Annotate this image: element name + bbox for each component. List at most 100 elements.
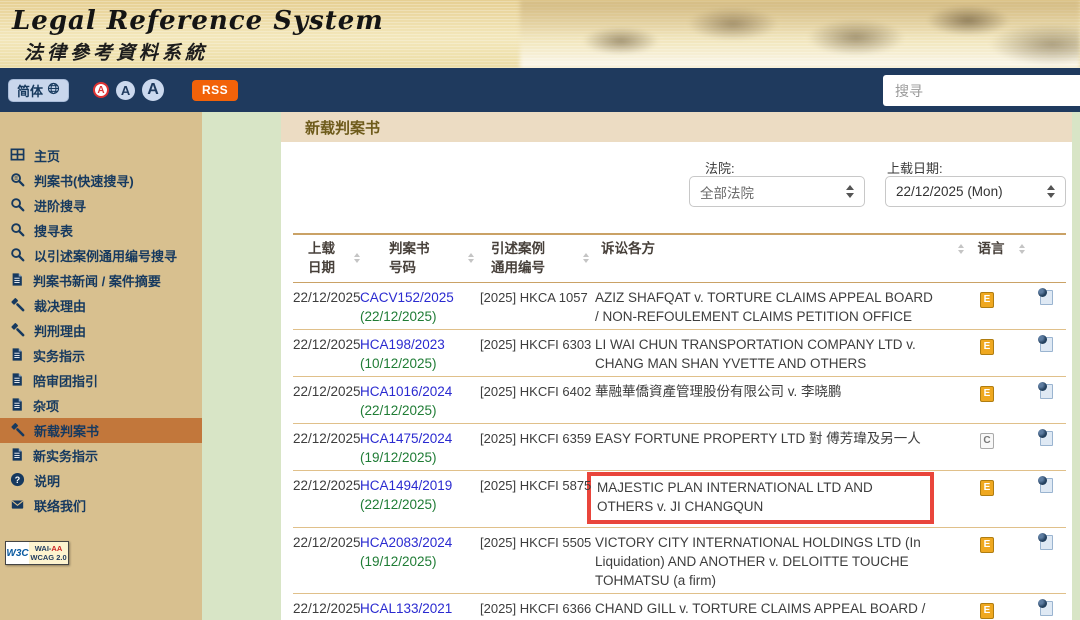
upload-date-filter-select[interactable]: 22/12/2025 (Mon) bbox=[885, 176, 1066, 207]
language-english-icon[interactable]: E bbox=[980, 480, 994, 496]
judgment-date: (19/12/2025) bbox=[360, 448, 472, 467]
judgment-date: (22/12/2025) bbox=[360, 307, 472, 326]
citation-cell: [2025] HKCFI 6402 bbox=[480, 377, 595, 424]
site-title-english: Legal Reference System bbox=[12, 6, 384, 36]
sidebar-item-label: 新实务指示 bbox=[33, 446, 98, 465]
translate-globe-icon[interactable] bbox=[1040, 601, 1053, 616]
mail-icon bbox=[10, 498, 25, 514]
case-number-link[interactable]: HCA1494/2019 bbox=[360, 478, 452, 493]
sidebar-item-judgment-news[interactable]: 判案书新闻 / 案件摘要 bbox=[0, 268, 202, 293]
sidebar-item-neutral-citation-search[interactable]: 以引述案例通用编号搜寻 bbox=[0, 243, 202, 268]
sidebar-item-help[interactable]: ? 说明 bbox=[0, 468, 202, 493]
language-english-icon[interactable]: E bbox=[980, 339, 994, 355]
sort-icon[interactable] bbox=[583, 253, 589, 263]
col-header-language: 语言 bbox=[978, 239, 1005, 258]
sidebar-item-reasons-for-sentence[interactable]: 判刑理由 bbox=[0, 318, 202, 343]
upload-date-cell: 22/12/2025 bbox=[293, 528, 360, 594]
sidebar: 主页 判案书(快速搜寻) 进阶搜寻 搜寻表 以引述案例通用编号搜寻 判案书新闻 … bbox=[0, 112, 202, 620]
sidebar-item-jury-directions[interactable]: 陪审团指引 bbox=[0, 368, 202, 393]
parties-cell: 華融華僑資產管理股份有限公司 v. 李晓鹏 bbox=[595, 377, 942, 424]
gavel-icon bbox=[10, 422, 25, 440]
court-filter-select[interactable]: 全部法院 bbox=[689, 176, 865, 207]
sidebar-item-label: 判案书新闻 / 案件摘要 bbox=[33, 271, 161, 290]
document-icon bbox=[10, 272, 24, 290]
table-row-highlighted: 22/12/2025 HCA1494/2019 (22/12/2025) [202… bbox=[293, 471, 1066, 528]
left-gutter bbox=[202, 112, 281, 620]
sidebar-item-label: 实务指示 bbox=[33, 346, 85, 365]
sidebar-item-new-practice-directions[interactable]: 新实务指示 bbox=[0, 443, 202, 468]
language-english-icon[interactable]: E bbox=[980, 603, 994, 619]
site-title-chinese: 法律參考資料系統 bbox=[24, 38, 208, 65]
sort-icon[interactable] bbox=[354, 253, 360, 263]
svg-text:?: ? bbox=[15, 474, 20, 484]
font-size-small-button[interactable]: A bbox=[93, 82, 109, 98]
case-number-link[interactable]: CACV152/2025 bbox=[360, 290, 454, 305]
col-header-case-no: 判案书号码 bbox=[389, 239, 430, 277]
main-content: 新载判案书 法院: 全部法院 上载日期: 22/12/2025 (Mon) 上载… bbox=[281, 112, 1072, 620]
sidebar-item-advanced-search[interactable]: 进阶搜寻 bbox=[0, 193, 202, 218]
court-filter-label: 法院: bbox=[705, 158, 735, 177]
sidebar-item-search-form[interactable]: 搜寻表 bbox=[0, 218, 202, 243]
wcag-label: WAI-AA WCAG 2.0 bbox=[29, 542, 68, 564]
sidebar-item-reasons-for-verdict[interactable]: 裁决理由 bbox=[0, 293, 202, 318]
sidebar-item-newly-uploaded-judgments[interactable]: 新载判案书 bbox=[0, 418, 202, 443]
citation-cell: [2025] HKCA 1057 bbox=[480, 283, 595, 330]
col-header-upload-date: 上载日期 bbox=[308, 239, 347, 277]
language-english-icon[interactable]: E bbox=[980, 537, 994, 553]
sidebar-item-label: 以引述案例通用编号搜寻 bbox=[34, 246, 177, 265]
language-chinese-icon[interactable]: C bbox=[980, 433, 994, 449]
sidebar-item-practice-directions[interactable]: 实务指示 bbox=[0, 343, 202, 368]
sidebar-item-judgment-quick-search[interactable]: 判案书(快速搜寻) bbox=[0, 168, 202, 193]
page-title-bar: 新载判案书 bbox=[281, 112, 1072, 142]
upload-date-cell: 22/12/2025 bbox=[293, 377, 360, 424]
citation-cell: [2025] HKCFI 6366 bbox=[480, 594, 595, 620]
font-size-controls: A A A bbox=[93, 79, 164, 101]
case-number-link[interactable]: HCA1475/2024 bbox=[360, 431, 452, 446]
search-input[interactable] bbox=[883, 75, 1080, 106]
sidebar-item-contact-us[interactable]: 联络我们 bbox=[0, 493, 202, 518]
wcag-conformance-badge[interactable]: W3C WAI-AA WCAG 2.0 bbox=[5, 541, 69, 565]
table-row: 22/12/2025 CACV152/2025(22/12/2025) [202… bbox=[293, 283, 1066, 330]
select-updown-icon bbox=[846, 185, 854, 198]
citation-cell: [2025] HKCFI 5875 bbox=[480, 471, 595, 528]
translate-globe-icon[interactable] bbox=[1040, 535, 1053, 550]
globe-icon bbox=[47, 82, 60, 98]
sidebar-item-label: 进阶搜寻 bbox=[34, 196, 86, 215]
gavel-icon bbox=[10, 322, 25, 340]
font-size-medium-button[interactable]: A bbox=[116, 81, 135, 100]
table-row: 22/12/2025 HCA1475/2024(19/12/2025) [202… bbox=[293, 424, 1066, 471]
site-banner: Legal Reference System 法律參考資料系統 bbox=[0, 0, 1080, 68]
case-number-link[interactable]: HCA198/2023 bbox=[360, 337, 445, 352]
upload-date-cell: 22/12/2025 bbox=[293, 330, 360, 377]
search-document-icon bbox=[10, 172, 25, 190]
citation-cell: [2025] HKCFI 5505 bbox=[480, 528, 595, 594]
sidebar-item-home[interactable]: 主页 bbox=[0, 143, 202, 168]
table-row: 22/12/2025 HCA198/2023(10/12/2025) [2025… bbox=[293, 330, 1066, 377]
sidebar-item-label: 搜寻表 bbox=[34, 221, 73, 240]
translate-globe-icon[interactable] bbox=[1040, 290, 1053, 305]
sort-icon[interactable] bbox=[958, 244, 964, 254]
sidebar-item-miscellaneous[interactable]: 杂项 bbox=[0, 393, 202, 418]
sort-icon[interactable] bbox=[468, 253, 474, 263]
sidebar-item-label: 裁决理由 bbox=[34, 296, 86, 315]
upload-date-cell: 22/12/2025 bbox=[293, 471, 360, 528]
language-toggle-label: 简体 bbox=[17, 81, 43, 100]
translate-globe-icon[interactable] bbox=[1040, 337, 1053, 352]
translate-globe-icon[interactable] bbox=[1040, 431, 1053, 446]
judgment-date: (22/12/2025) bbox=[360, 495, 472, 514]
language-toggle-button[interactable]: 简体 bbox=[8, 79, 69, 102]
case-number-link[interactable]: HCA2083/2024 bbox=[360, 535, 452, 550]
language-english-icon[interactable]: E bbox=[980, 292, 994, 308]
citation-cell: [2025] HKCFI 6359 bbox=[480, 424, 595, 471]
translate-globe-icon[interactable] bbox=[1040, 384, 1053, 399]
sort-icon[interactable] bbox=[1019, 244, 1025, 254]
language-english-icon[interactable]: E bbox=[980, 386, 994, 402]
case-number-link[interactable]: HCAL133/2021 bbox=[360, 601, 452, 616]
font-size-large-button[interactable]: A bbox=[142, 79, 164, 101]
upload-date-filter-label: 上载日期: bbox=[887, 158, 943, 177]
parties-cell: VICTORY CITY INTERNATIONAL HOLDINGS LTD … bbox=[595, 528, 942, 594]
sidebar-item-label: 杂项 bbox=[33, 396, 59, 415]
rss-button[interactable]: RSS bbox=[192, 80, 238, 101]
translate-globe-icon[interactable] bbox=[1040, 478, 1053, 493]
case-number-link[interactable]: HCA1016/2024 bbox=[360, 384, 452, 399]
